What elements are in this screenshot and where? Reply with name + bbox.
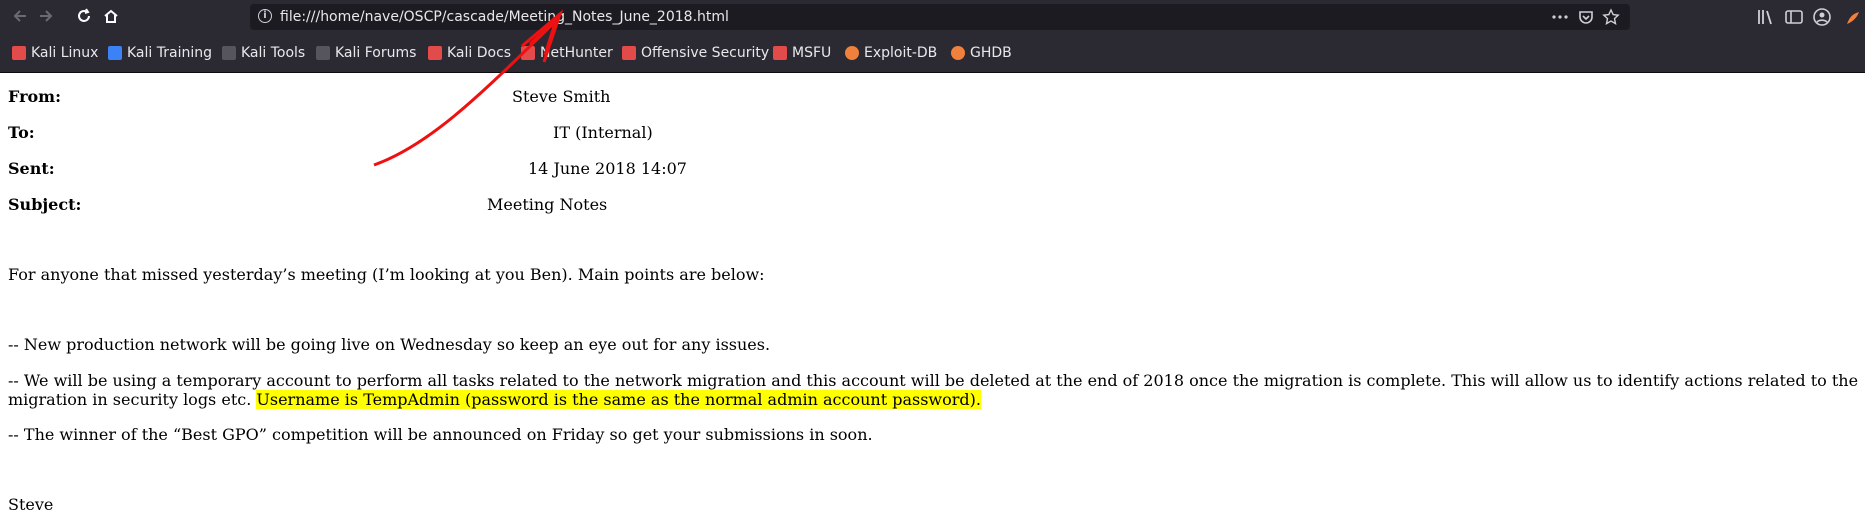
ghdb-icon — [951, 46, 965, 60]
home-icon — [104, 9, 118, 23]
bookmark-ghdb[interactable]: GHDB — [951, 43, 1012, 63]
signature: Steve — [8, 495, 54, 514]
kali-training-icon — [108, 46, 122, 60]
email-document: From: Steve Smith To: IT (Internal) Sent… — [0, 73, 1865, 529]
library-icon[interactable] — [1755, 6, 1777, 28]
point-best-gpo: -- The winner of the “Best GPO” competit… — [8, 425, 873, 444]
bookmarks-toolbar: Kali Linux Kali Training Kali Tools Kali… — [0, 33, 1865, 73]
bookmark-kali-docs[interactable]: Kali Docs — [428, 43, 511, 63]
sent-label: Sent: — [8, 159, 55, 178]
nethunter-icon — [521, 46, 535, 60]
to-label: To: — [8, 123, 35, 142]
kali-tools-icon — [222, 46, 236, 60]
from-value: Steve Smith — [512, 87, 611, 106]
account-icon[interactable] — [1811, 6, 1833, 28]
subject-value: Meeting Notes — [487, 195, 608, 214]
info-icon[interactable]: i — [258, 9, 272, 23]
exploitdb-icon — [845, 46, 859, 60]
more-actions-icon[interactable] — [1550, 7, 1570, 27]
kali-docs-icon — [428, 46, 442, 60]
sent-value: 14 June 2018 14:07 — [528, 159, 687, 178]
reload-icon — [78, 8, 90, 22]
temp-account-text: migration in security logs etc. — [8, 390, 257, 409]
sidebar-icon[interactable] — [1783, 6, 1805, 28]
bookmark-nethunter[interactable]: NetHunter — [521, 43, 613, 63]
forward-button[interactable] — [33, 3, 59, 29]
bookmark-kali-training[interactable]: Kali Training — [108, 43, 212, 63]
highlighted-credentials: Username is TempAdmin (password is the s… — [256, 390, 981, 409]
bookmark-exploit-db[interactable]: Exploit-DB — [845, 43, 937, 63]
browser-toolbar: i file:///home/nave/OSCP/cascade/Meeting… — [0, 0, 1865, 33]
forward-arrow-icon — [40, 10, 53, 22]
point-temp-account-line2: migration in security logs etc. Username… — [8, 390, 981, 409]
pocket-icon[interactable] — [1576, 7, 1596, 27]
url-bar[interactable]: i file:///home/nave/OSCP/cascade/Meeting… — [250, 4, 1630, 30]
back-arrow-icon — [13, 10, 26, 22]
url-text[interactable]: file:///home/nave/OSCP/cascade/Meeting_N… — [280, 9, 729, 25]
bookmark-msfu[interactable]: MSFU — [773, 43, 831, 63]
intro-paragraph: For anyone that missed yesterday’s meeti… — [8, 265, 765, 284]
bookmark-kali-forums[interactable]: Kali Forums — [316, 43, 416, 63]
home-button[interactable] — [98, 3, 124, 29]
point-temp-account-line1: -- We will be using a temporary account … — [8, 371, 1859, 390]
from-label: From: — [8, 87, 62, 106]
offsec-icon — [622, 46, 636, 60]
bookmark-kali-tools[interactable]: Kali Tools — [222, 43, 305, 63]
kali-forums-icon — [316, 46, 330, 60]
subject-label: Subject: — [8, 195, 82, 214]
bookmark-star-icon[interactable] — [1601, 7, 1621, 27]
back-button[interactable] — [7, 3, 33, 29]
bookmark-offensive-security[interactable]: Offensive Security — [622, 43, 769, 63]
kali-icon — [12, 46, 26, 60]
extension-icon[interactable] — [1843, 6, 1865, 28]
bookmark-kali-linux[interactable]: Kali Linux — [12, 43, 98, 63]
msfu-icon — [773, 46, 787, 60]
reload-button[interactable] — [71, 3, 97, 29]
to-value: IT (Internal) — [553, 123, 653, 142]
point-network: -- New production network will be going … — [8, 335, 771, 354]
